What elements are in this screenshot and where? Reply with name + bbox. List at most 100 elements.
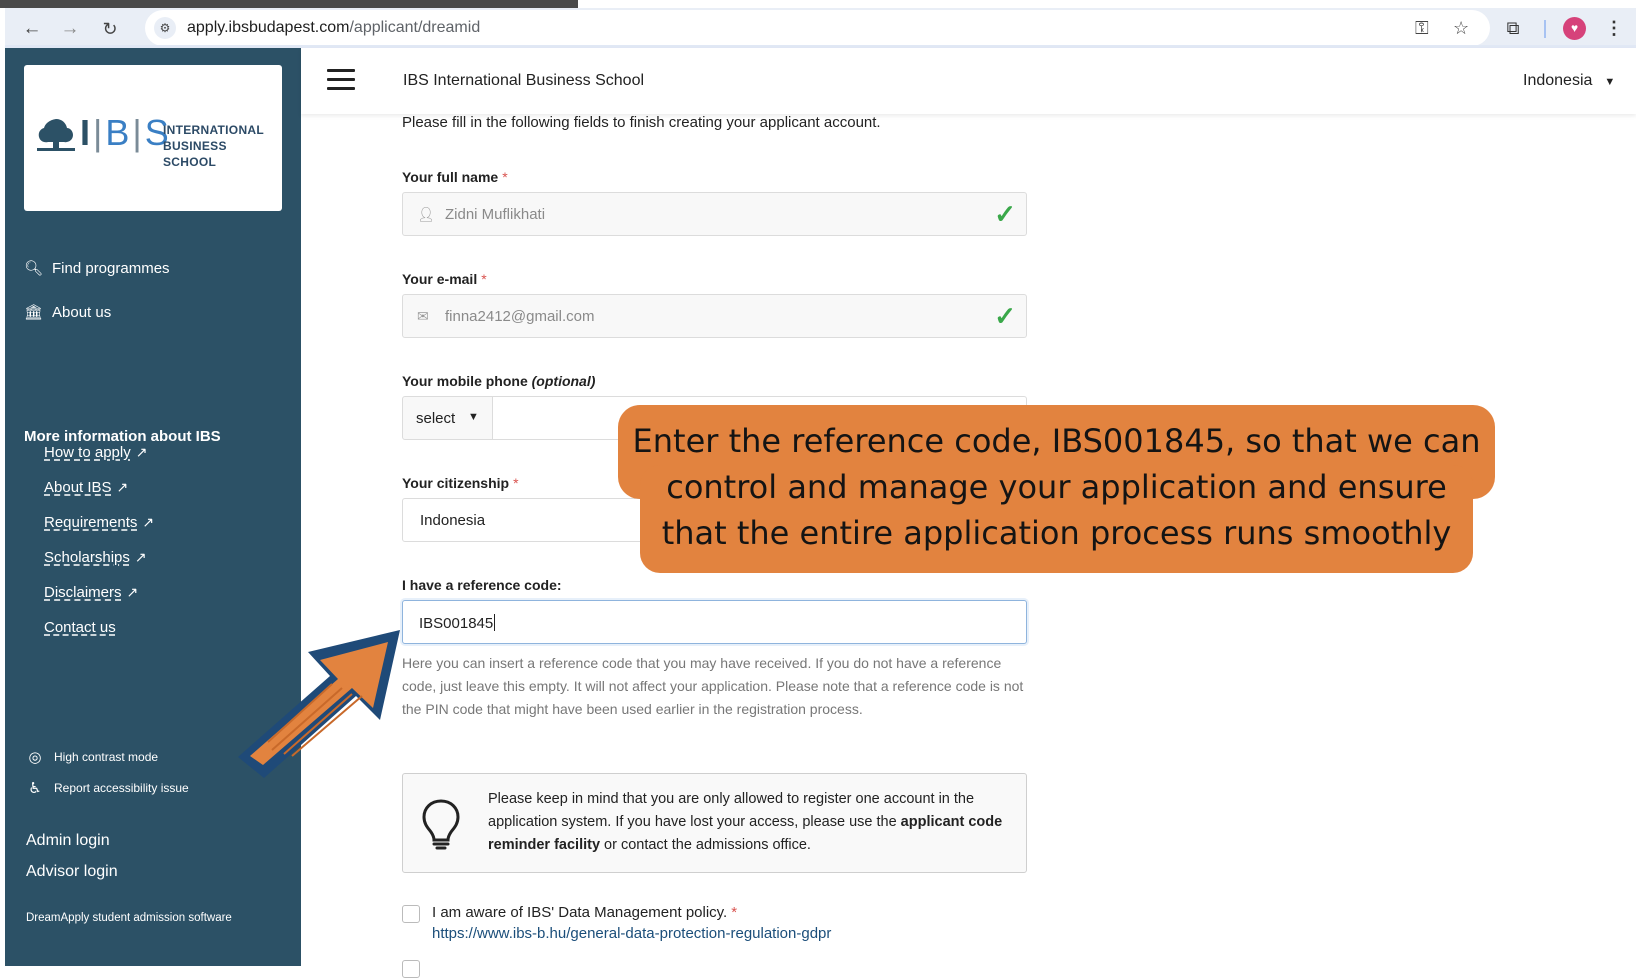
contrast-icon: ◎ [28, 749, 42, 766]
link-requirements[interactable]: Requirements ↗ [44, 514, 154, 531]
callout-line-3: that the entire application process runs… [661, 514, 1452, 552]
external-link-icon: ↗ [142, 514, 155, 530]
envelope-icon: ✉ [417, 308, 429, 324]
gdpr-link[interactable]: https://www.ibs-b.hu/general-data-protec… [432, 925, 831, 942]
external-link-icon: ↗ [134, 549, 147, 565]
report-accessibility-label: Report accessibility issue [54, 781, 189, 795]
extensions-icon[interactable]: ⧉ [1501, 17, 1525, 39]
required-marker: * [731, 904, 738, 921]
external-link-icon: ↗ [135, 444, 148, 460]
link-label: Disclaimers [44, 584, 122, 601]
country-dropdown[interactable]: Indonesia ▼ [1523, 72, 1615, 90]
user-icon: 👤︎ [417, 206, 435, 222]
label-text: Your e-mail [402, 271, 478, 287]
policy-text: I am aware of IBS' Data Management polic… [432, 904, 728, 921]
notice-text-after: or contact the admissions office. [600, 837, 811, 853]
citizenship-value: Indonesia [420, 512, 486, 529]
address-bar[interactable]: ⚙ apply.ibsbudapest.com/applicant/dreami… [145, 10, 1490, 46]
reference-code-text: IBS001845 [419, 615, 494, 632]
lightbulb-icon [422, 799, 460, 850]
browser-menu-icon[interactable]: ⋮ [1605, 17, 1623, 39]
callout-line-1: Enter the reference code, IBS001845, so … [632, 422, 1481, 460]
institution-icon: 🏛︎ [24, 304, 44, 321]
country-value: Indonesia [1523, 72, 1593, 89]
link-label: About IBS [44, 479, 112, 496]
window-top-strip-dark [0, 0, 578, 8]
caret-down-icon: ▼ [468, 411, 479, 423]
sidebar-item-about-us[interactable]: 🏛︎ About us [24, 303, 112, 322]
required-marker: * [481, 271, 487, 287]
callout-text: Enter the reference code, IBS001845, so … [618, 418, 1495, 556]
search-icon: 🔍︎ [24, 260, 44, 277]
data-policy-label: I am aware of IBS' Data Management polic… [432, 904, 737, 921]
logo-wordmark: I|B|S [80, 112, 170, 153]
full-name-label: Your full name * [402, 169, 508, 185]
window-top-strip [0, 0, 1636, 8]
report-accessibility-link[interactable]: ♿︎ Report accessibility issue [26, 779, 189, 797]
header-school-name: IBS International Business School [403, 72, 645, 89]
link-contact-us[interactable]: Contact us [44, 619, 116, 636]
link-label: How to apply [44, 444, 131, 461]
link-label: Scholarships [44, 549, 130, 566]
data-policy-checkbox[interactable] [402, 905, 420, 923]
label-text: Your citizenship [402, 475, 510, 491]
reference-code-label: I have a reference code: [402, 577, 562, 593]
link-scholarships[interactable]: Scholarships ↗ [44, 549, 147, 566]
instruction-callout: Enter the reference code, IBS001845, so … [618, 405, 1495, 573]
pointer-arrow-graphic [238, 630, 400, 778]
required-marker: * [502, 169, 508, 185]
caret-down-icon: ▼ [1604, 76, 1616, 88]
forward-icon[interactable]: → [57, 16, 83, 42]
site-info-icon[interactable]: ⚙ [154, 17, 176, 39]
external-link-icon: ↗ [126, 584, 139, 600]
phone-select-value: select [416, 410, 456, 427]
form-intro: Please fill in the following fields to f… [402, 114, 881, 131]
logo-subtitle: INTERNATIONAL BUSINESS SCHOOL [163, 122, 282, 170]
valid-check-icon: ✓ [994, 199, 1016, 229]
advisor-login-link[interactable]: Advisor login [26, 863, 118, 881]
link-how-to-apply[interactable]: How to apply ↗ [44, 444, 147, 461]
phone-country-select[interactable]: select ▼ [402, 396, 493, 440]
admin-login-link[interactable]: Admin login [26, 832, 110, 850]
reload-icon[interactable]: ↻ [97, 16, 123, 42]
back-icon[interactable]: ← [19, 16, 45, 42]
high-contrast-toggle[interactable]: ◎ High contrast mode [26, 748, 158, 766]
sidebar-item-label: About us [52, 303, 112, 321]
link-label: Requirements [44, 514, 138, 531]
text-cursor [494, 614, 496, 631]
email-value: finna2412@gmail.com [445, 308, 595, 325]
full-name-field[interactable]: 👤︎ Zidni Muflikhati ✓ [402, 192, 1027, 236]
reference-code-help: Here you can insert a reference code tha… [402, 655, 1024, 717]
app-header: IBS International Business School Indone… [301, 48, 1636, 114]
password-key-icon[interactable]: ⚿ [1415, 17, 1429, 39]
tree-logo-icon [37, 119, 75, 151]
high-contrast-label: High contrast mode [54, 750, 159, 764]
logo-line1: INTERNATIONAL [163, 123, 265, 137]
reference-code-input[interactable]: IBS001845 [402, 600, 1027, 644]
sidebar: I|B|S INTERNATIONAL BUSINESS SCHOOL 🔍︎ F… [5, 48, 301, 966]
second-consent-checkbox[interactable] [402, 960, 420, 978]
more-info-heading: More information about IBS [24, 428, 221, 445]
accessibility-icon: ♿︎ [28, 780, 42, 797]
label-text: Your full name [402, 169, 499, 185]
url-text[interactable]: apply.ibsbudapest.com/applicant/dreamid [187, 19, 480, 37]
external-link-icon: ↗ [116, 479, 129, 495]
link-about-ibs[interactable]: About IBS ↗ [44, 479, 128, 496]
sidebar-item-label: Find programmes [52, 259, 170, 277]
logo-line2: BUSINESS SCHOOL [163, 139, 227, 169]
browser-toolbar: ← → ↻ ⚙ apply.ibsbudapest.com/applicant/… [5, 8, 1636, 48]
profile-avatar-icon[interactable]: ♥ [1563, 17, 1586, 40]
link-disclaimers[interactable]: Disclaimers ↗ [44, 584, 138, 601]
hamburger-menu-icon[interactable] [327, 69, 355, 91]
url-path: /applicant/dreamid [349, 19, 481, 36]
bookmark-star-icon[interactable]: ☆ [1453, 17, 1469, 39]
email-label: Your e-mail * [402, 271, 487, 287]
ibs-logo[interactable]: I|B|S INTERNATIONAL BUSINESS SCHOOL [24, 65, 282, 211]
sidebar-item-find-programmes[interactable]: 🔍︎ Find programmes [24, 259, 170, 278]
email-field[interactable]: ✉ finna2412@gmail.com ✓ [402, 294, 1027, 338]
sidebar-footer[interactable]: DreamApply student admission software [26, 912, 232, 924]
notice-text: Please keep in mind that you are only al… [488, 788, 1008, 857]
optional-marker: (optional) [531, 373, 596, 389]
callout-line-2: control and manage your application and … [666, 468, 1447, 506]
reference-code-value: IBS001845 [419, 614, 496, 632]
